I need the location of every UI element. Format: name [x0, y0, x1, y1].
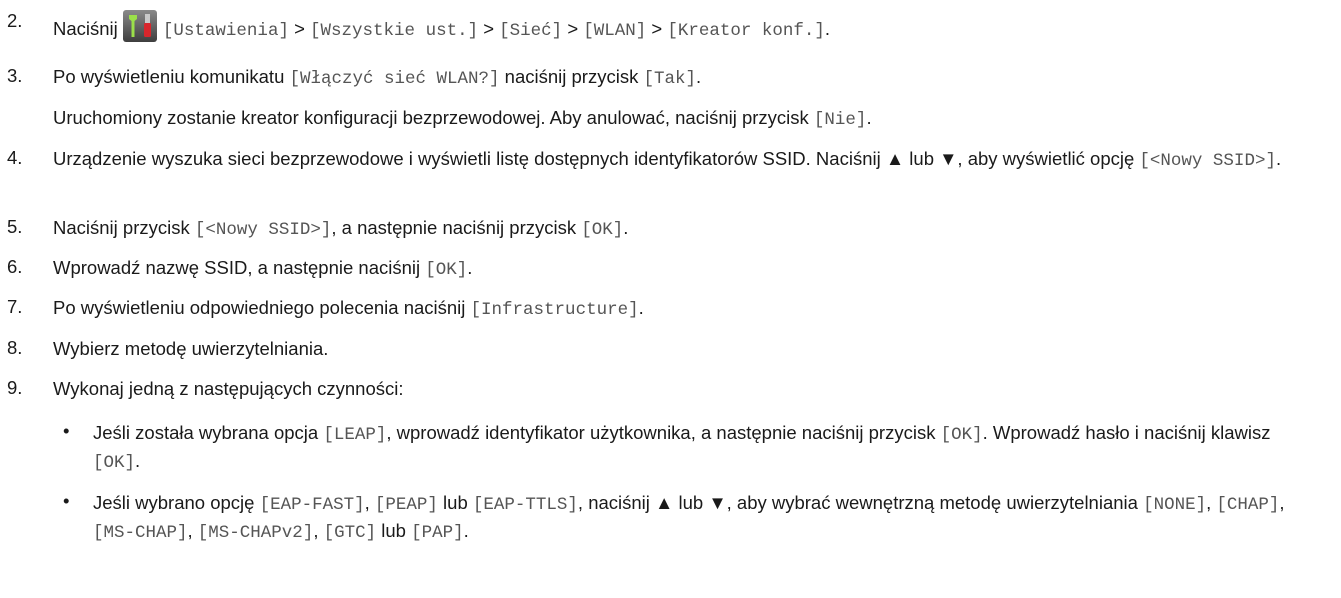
step-text: Naciśnij przycisk [<Nowy SSID>], a nastę… — [53, 216, 1333, 242]
step-number: 5. — [7, 216, 23, 237]
text-run: Uruchomiony zostanie kreator konfiguracj… — [53, 107, 814, 128]
text-run: Naciśnij — [53, 18, 123, 39]
text-run: Po wyświetleniu odpowiedniego polecenia … — [53, 297, 471, 318]
text-run: Jeśli została wybrana opcja — [93, 422, 324, 443]
step-text: Wybierz metodę uwierzytelniania. — [53, 337, 1333, 361]
text-run: > — [478, 18, 500, 39]
text-run: Naciśnij przycisk — [53, 217, 195, 238]
ui-option-code: [Włączyć sieć WLAN?] — [289, 69, 500, 89]
step-text: Urządzenie wyszuka sieci bezprzewodowe i… — [53, 147, 1333, 173]
text-run: lub — [376, 520, 412, 541]
step-text: Wykonaj jedną z następujących czynności: — [53, 377, 1333, 401]
text-run: Jeśli wybrano opcję — [93, 492, 260, 513]
text-run: Urządzenie wyszuka sieci bezprzewodowe i… — [53, 148, 1140, 169]
ui-option-code: [WLAN] — [583, 21, 647, 41]
text-run: . — [1275, 148, 1282, 169]
settings-tools-icon — [122, 10, 157, 42]
ui-option-code: [PEAP] — [374, 495, 438, 515]
ui-option-code: [CHAP] — [1216, 495, 1280, 515]
ui-option-code: [Tak] — [643, 69, 696, 89]
text-run: . — [866, 107, 872, 128]
ui-option-code: [Wszystkie ust.] — [310, 21, 479, 41]
step-number: 2. — [7, 10, 23, 31]
text-run: . — [824, 18, 831, 39]
ui-option-code: [MS-CHAP] — [93, 523, 188, 543]
step-number: 6. — [7, 256, 23, 277]
ui-option-code: [LEAP] — [323, 425, 387, 445]
text-run: . — [696, 66, 702, 87]
text-run: , — [364, 492, 375, 513]
ui-option-code: [Ustawienia] — [162, 21, 289, 41]
text-run: , — [313, 520, 324, 541]
step-number: 3. — [7, 65, 23, 86]
step-text: Naciśnij [Ustawienia] > [Wszystkie ust.]… — [53, 10, 1333, 43]
ui-option-code: [Infrastructure] — [470, 300, 639, 320]
text-run: > — [562, 18, 584, 39]
step-number: 9. — [7, 377, 23, 398]
ui-option-code: [OK] — [581, 220, 624, 240]
ui-option-code: [MS-CHAPv2] — [197, 523, 314, 543]
ui-option-code: [NONE] — [1143, 495, 1207, 515]
instruction-document: 2. Naciśnij [Ustawienia] > [Wszystkie us… — [0, 0, 1341, 598]
ui-option-code: [<Nowy SSID>] — [1139, 151, 1276, 171]
ui-option-code: [OK] — [93, 453, 136, 473]
ui-option-code: [EAP-FAST] — [259, 495, 365, 515]
text-run: . — [623, 217, 629, 238]
step-text: Wprowadź nazwę SSID, a następnie naciśni… — [53, 256, 1333, 282]
text-run: Po wyświetleniu komunikatu — [53, 66, 290, 87]
bullet-marker: • — [63, 420, 70, 441]
text-run: naciśnij przycisk — [499, 66, 644, 87]
step-number: 7. — [7, 296, 23, 317]
text-run: , — [1206, 492, 1217, 513]
bullet-text: Jeśli wybrano opcję [EAP-FAST], [PEAP] l… — [93, 490, 1321, 546]
text-run: . Wprowadź hasło i naciśnij klawisz — [982, 422, 1271, 443]
ui-option-code: [PAP] — [411, 523, 464, 543]
text-run: Wprowadź nazwę SSID, a następnie naciśni… — [53, 257, 426, 278]
text-run: > — [288, 18, 311, 39]
text-run: , — [1279, 492, 1285, 513]
ui-option-code: [EAP-TTLS] — [472, 495, 578, 515]
text-run: . — [467, 257, 473, 278]
ui-option-code: [OK] — [425, 260, 468, 280]
step-number: 8. — [7, 337, 23, 358]
text-run: , naciśnij ▲ lub ▼, aby wybrać wewnętrzn… — [577, 492, 1144, 513]
text-run: , wprowadź identyfikator użytkownika, a … — [386, 422, 941, 443]
text-run: . — [463, 520, 469, 541]
ui-option-code: [GTC] — [323, 523, 377, 543]
step-number: 4. — [7, 147, 23, 168]
text-run: Wykonaj jedną z następujących czynności: — [53, 378, 404, 399]
step-text: Po wyświetleniu komunikatu [Włączyć sieć… — [53, 65, 1333, 91]
step-text: Uruchomiony zostanie kreator konfiguracj… — [53, 106, 1333, 132]
ui-option-code: [Nie] — [813, 110, 867, 130]
text-run: Wybierz metodę uwierzytelniania. — [53, 338, 329, 359]
ui-option-code: [<Nowy SSID>] — [194, 220, 332, 240]
ui-option-code: [Sieć] — [499, 21, 563, 41]
bullet-text: Jeśli została wybrana opcja [LEAP], wpro… — [93, 420, 1321, 476]
text-run: lub — [437, 492, 473, 513]
text-run: > — [646, 18, 668, 39]
text-run: . — [638, 297, 644, 318]
text-run: , a następnie naciśnij przycisk — [331, 217, 582, 238]
text-run: , — [187, 520, 198, 541]
ui-option-code: [Kreator konf.] — [667, 21, 825, 41]
text-run: . — [135, 450, 141, 471]
bullet-marker: • — [63, 490, 70, 511]
step-text: Po wyświetleniu odpowiedniego polecenia … — [53, 296, 1333, 322]
ui-option-code: [OK] — [940, 425, 983, 445]
